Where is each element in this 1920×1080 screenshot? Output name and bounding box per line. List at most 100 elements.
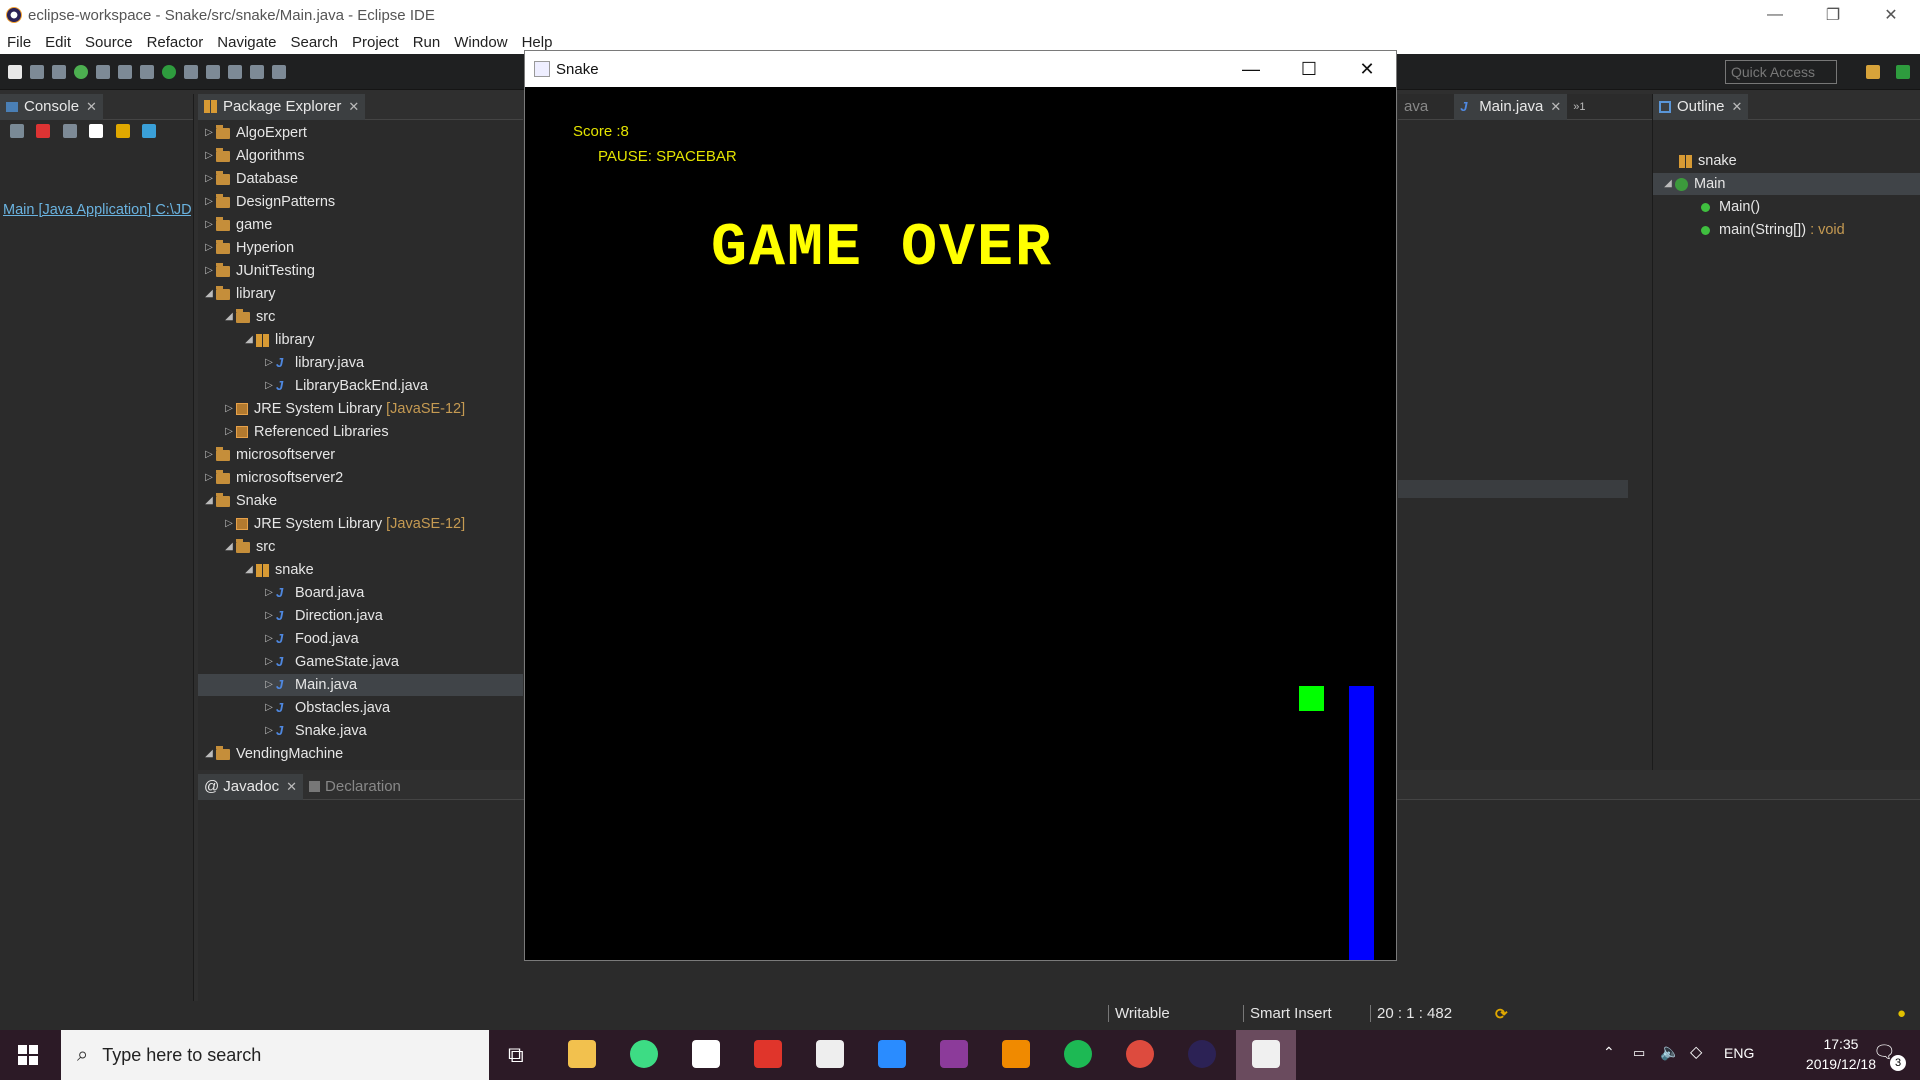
battery-icon[interactable]: ▭	[1633, 1045, 1645, 1061]
clear-icon[interactable]	[89, 124, 104, 138]
menu-window[interactable]: Window	[447, 34, 514, 51]
store-icon[interactable]	[692, 1040, 720, 1068]
outline-method-main[interactable]: main(String[]) : void	[1701, 219, 1845, 241]
debug-icon[interactable]	[96, 64, 110, 79]
game-close-button[interactable]: ✕	[1338, 51, 1396, 87]
vlc-icon[interactable]	[1002, 1040, 1030, 1068]
terminate-icon[interactable]	[36, 124, 51, 138]
menu-help[interactable]: Help	[515, 34, 560, 51]
tree-item-snake[interactable]: ◢ Snake	[202, 490, 277, 512]
java-perspective-icon[interactable]	[1896, 65, 1910, 79]
remove-icon[interactable]	[62, 124, 77, 138]
tree-item-snake-java[interactable]: ▷ J Snake.java	[262, 720, 367, 742]
save-icon[interactable]	[30, 64, 44, 79]
tool-icon[interactable]	[272, 64, 286, 79]
tab-main-java[interactable]: J Main.java ✕	[1454, 93, 1568, 120]
tree-item-direction-java[interactable]: ▷ J Direction.java	[262, 605, 383, 627]
tree-item-library[interactable]: ◢ library	[202, 283, 275, 305]
tree-item-vendingmachine[interactable]: ◢ VendingMachine	[202, 743, 343, 765]
menu-project[interactable]: Project	[345, 34, 406, 51]
java-app-taskbar-button[interactable]	[1236, 1030, 1296, 1080]
tree-item-src[interactable]: ◢ src	[222, 536, 275, 558]
tool-icon[interactable]	[184, 64, 198, 79]
tree-item-junittesting[interactable]: ▷ JUnitTesting	[202, 260, 315, 282]
new-icon[interactable]	[8, 64, 22, 79]
tab-declaration[interactable]: Declaration	[303, 774, 407, 800]
menu-navigate[interactable]: Navigate	[210, 34, 283, 51]
sync-icon[interactable]: ⟳	[1495, 1005, 1508, 1023]
tab-console[interactable]: Console ✕	[0, 93, 103, 120]
taskbar-search[interactable]: ⌕ Type here to search	[61, 1030, 489, 1080]
close-icon[interactable]: ✕	[86, 99, 97, 115]
outline-package[interactable]: snake	[1679, 150, 1737, 172]
tool-icon[interactable]	[206, 64, 220, 79]
dropbox-tray-icon[interactable]: ◇	[1690, 1042, 1702, 1062]
windows-start-icon[interactable]	[18, 1045, 38, 1065]
lightbulb-icon[interactable]: ●	[1897, 1005, 1906, 1022]
run-icon[interactable]	[74, 64, 88, 79]
tree-item-jre-library[interactable]: ▷ JRE System Library [JavaSE-12]	[222, 513, 465, 535]
tree-item-algorithms[interactable]: ▷ Algorithms	[202, 145, 305, 167]
close-icon[interactable]: ✕	[1732, 99, 1743, 115]
tree-item-jre-library[interactable]: ▷ JRE System Library [JavaSE-12]	[222, 398, 465, 420]
tree-item-game[interactable]: ▷ game	[202, 214, 272, 236]
tree-item-obstacles-java[interactable]: ▷ J Obstacles.java	[262, 697, 390, 719]
menu-run[interactable]: Run	[406, 34, 448, 51]
tab-outline[interactable]: Outline ✕	[1653, 93, 1749, 120]
save-all-icon[interactable]	[52, 64, 66, 79]
tree-item-hyperion[interactable]: ▷ Hyperion	[202, 237, 294, 259]
close-icon[interactable]: ✕	[1550, 99, 1561, 115]
tree-item-librarybackend-java[interactable]: ▷ J LibraryBackEnd.java	[262, 375, 428, 397]
tree-item-microsoftserver2[interactable]: ▷ microsoftserver2	[202, 467, 343, 489]
tree-item-microsoftserver[interactable]: ▷ microsoftserver	[202, 444, 335, 466]
task-view-icon[interactable]: ⧉	[508, 1042, 524, 1068]
clock[interactable]: 17:35 2019/12/18	[1806, 1034, 1876, 1074]
tab-javadoc[interactable]: @ Javadoc ✕	[198, 773, 304, 800]
close-icon[interactable]: ✕	[348, 99, 359, 115]
tab-editor-partial[interactable]: ava	[1398, 94, 1434, 120]
menu-refactor[interactable]: Refactor	[140, 34, 211, 51]
tab-package-explorer[interactable]: Package Explorer ✕	[198, 93, 366, 120]
language-indicator[interactable]: ENG	[1724, 1045, 1754, 1061]
tool-icon[interactable]	[250, 64, 264, 79]
perspective-icon[interactable]	[1866, 65, 1880, 79]
tool-icon[interactable]	[140, 64, 154, 79]
quick-access-input[interactable]: Quick Access	[1725, 60, 1837, 84]
outline-class-main[interactable]: ◢ Main	[1653, 173, 1920, 195]
outline-constructor[interactable]: Main()	[1701, 196, 1760, 218]
tool-icon[interactable]	[118, 64, 132, 79]
tree-item-main-java[interactable]: ▷ J Main.java	[198, 674, 523, 696]
game-maximize-button[interactable]: ☐	[1280, 51, 1338, 87]
refresh-icon[interactable]	[10, 124, 24, 138]
tool-icon[interactable]	[228, 64, 242, 79]
file-explorer-icon[interactable]	[568, 1040, 596, 1068]
chrome-icon[interactable]	[1126, 1040, 1154, 1068]
word-wrap-icon[interactable]	[142, 124, 157, 138]
tree-item-food-java[interactable]: ▷ J Food.java	[262, 628, 359, 650]
menu-edit[interactable]: Edit	[38, 34, 78, 51]
gift-icon[interactable]	[754, 1040, 782, 1068]
run-green-icon[interactable]	[162, 64, 176, 79]
close-icon[interactable]: ✕	[286, 779, 297, 795]
menu-file[interactable]: File	[0, 34, 38, 51]
more-tabs-indicator[interactable]: » 1	[1567, 94, 1591, 120]
spotify-icon[interactable]	[1064, 1040, 1092, 1068]
tree-item-referenced-libraries[interactable]: ▷ Referenced Libraries	[222, 421, 388, 443]
game-canvas[interactable]: Score :8 PAUSE: SPACEBAR GAME OVER	[525, 87, 1396, 960]
restore-button[interactable]: ❐	[1804, 0, 1862, 30]
console-launch-label[interactable]: Main [Java Application] C:\JD	[3, 202, 191, 218]
android-studio-icon[interactable]	[630, 1040, 658, 1068]
close-button[interactable]: ✕	[1862, 0, 1920, 30]
menu-search[interactable]: Search	[283, 34, 345, 51]
tree-item-library-java[interactable]: ▷ Jlibrary.java	[262, 352, 364, 374]
chevron-up-icon[interactable]: ⌃	[1603, 1044, 1615, 1061]
mail-icon[interactable]	[816, 1040, 844, 1068]
lock-icon[interactable]	[115, 124, 130, 138]
tree-item-package-snake[interactable]: ◢ snake	[242, 559, 314, 581]
tree-item-gamestate-java[interactable]: ▷ J GameState.java	[262, 651, 399, 673]
winrar-icon[interactable]	[940, 1040, 968, 1068]
menu-source[interactable]: Source	[78, 34, 140, 51]
minimize-button[interactable]: —	[1746, 0, 1804, 30]
tree-item-src[interactable]: ◢ src	[222, 306, 275, 328]
eclipse-taskbar-icon[interactable]	[1188, 1040, 1216, 1068]
